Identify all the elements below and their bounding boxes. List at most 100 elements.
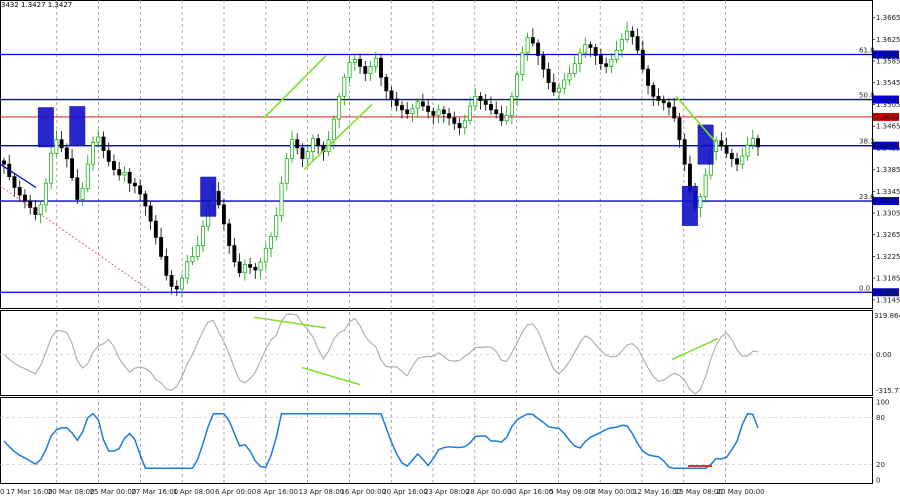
candle-body [452, 117, 457, 124]
candle-body [368, 66, 373, 74]
candle-body [724, 145, 729, 154]
candle-body [420, 101, 425, 107]
candle-body [604, 63, 609, 67]
candle-body [284, 158, 289, 184]
candle-body [201, 226, 205, 246]
candle-body [269, 235, 273, 249]
trend-line-blue [0, 163, 37, 189]
main-panel-frame [0, 0, 873, 309]
candle-body [515, 74, 520, 97]
candle-body [138, 185, 143, 195]
candle-body [536, 42, 541, 56]
candle-body [557, 87, 561, 93]
candle-body [143, 193, 148, 207]
candle-body [703, 174, 708, 198]
candle-body [96, 136, 101, 143]
candle-body [237, 261, 242, 274]
candle-body [122, 171, 127, 176]
candle-body [159, 237, 164, 257]
candle-body [70, 158, 75, 179]
price-tick-label: 1.3385 [876, 166, 900, 174]
candle-body [530, 37, 535, 44]
candle-body [625, 30, 630, 40]
candle-body [279, 182, 284, 217]
candle-body [520, 52, 525, 75]
candle-body [609, 59, 614, 67]
candle-body [75, 177, 80, 200]
candle-body [405, 109, 410, 115]
candle-body [117, 169, 122, 176]
candle-body [473, 95, 478, 107]
price-tick-label: 1.3345 [876, 188, 900, 196]
candle-body [358, 59, 363, 67]
candle-body [588, 44, 593, 48]
x-tick-label: 13 Apr 08:00 [299, 488, 345, 496]
rsi-line [3, 412, 759, 470]
candle-body [677, 117, 682, 141]
fib-price-label: 1.3514 [875, 96, 900, 104]
candle-body [646, 68, 650, 86]
x-tick-label: 0 [0, 488, 4, 496]
candle-body [169, 275, 174, 287]
candle-body [504, 114, 509, 122]
candle-body [232, 245, 237, 263]
candle-body [415, 101, 420, 109]
cci-divergence-line [671, 337, 719, 361]
candle-body [64, 147, 69, 160]
candle-body [756, 138, 760, 148]
candle-body [426, 105, 431, 112]
rsi-tick-label: 0 [876, 477, 880, 485]
price-tick-label: 1.3185 [876, 275, 900, 283]
candle-body [253, 266, 258, 271]
price-tick-label: 1.3225 [876, 253, 900, 261]
candle-body [567, 73, 572, 81]
candle-body [347, 62, 352, 78]
fib-marker-box [37, 107, 54, 148]
x-tick-label: 20 Mar 08:00 [48, 488, 95, 496]
candle-body [750, 138, 755, 146]
fib-level-pct: 50.0 [859, 92, 875, 100]
cci-top-label: 319.8648 [874, 312, 900, 320]
x-tick-label: 25 Mar 00:00 [90, 488, 137, 496]
candle-body [483, 100, 488, 105]
candle-body [221, 204, 226, 225]
candle-body [389, 90, 394, 100]
candle-body [394, 98, 399, 106]
candle-body [373, 57, 378, 67]
candle-body [489, 104, 493, 111]
x-tick-label: 8 Apr 16:00 [257, 488, 298, 496]
candle-body [43, 182, 48, 206]
candle-body [499, 113, 504, 122]
candle-body [295, 139, 300, 149]
candle-body [305, 151, 310, 160]
candle-body [583, 44, 588, 54]
price-tick-label: 1.3545 [876, 79, 900, 87]
candle-body [352, 59, 357, 63]
divergence-line [263, 55, 327, 119]
cci-bottom-label: -315.716 [876, 387, 900, 395]
chart-window: 0 17 Mar 16:00 20 Mar 08:00 25 Mar 00:00 27 … [0, 0, 900, 500]
candle-body [132, 182, 137, 187]
x-tick-label: 5 May 08:00 [549, 488, 593, 496]
candle-body [719, 140, 724, 147]
x-tick-label: 16 Apr 00:00 [340, 488, 386, 496]
candle-body [17, 187, 22, 196]
candle-body [578, 52, 582, 65]
candle-body [740, 155, 745, 165]
fib-marker-box [69, 106, 86, 147]
x-tick-label: 27 Mar 16:00 [131, 488, 178, 496]
price-tick-label: 1.3145 [876, 296, 900, 304]
candle-body [441, 109, 446, 115]
candle-body [494, 109, 499, 115]
price-tick-label: 1.3625 [876, 36, 900, 44]
candle-body [258, 261, 263, 271]
candle-body [310, 138, 315, 153]
candle-body [410, 107, 415, 115]
x-tick-label: 17 Mar 16:00 [6, 488, 53, 496]
x-tick-label: 30 Apr 16:00 [508, 488, 554, 496]
fib-level-pct: 23.6 [859, 193, 875, 201]
candle-body [593, 47, 598, 56]
candle-body [656, 95, 661, 101]
candle-body [572, 63, 577, 74]
candle-body [91, 142, 95, 165]
